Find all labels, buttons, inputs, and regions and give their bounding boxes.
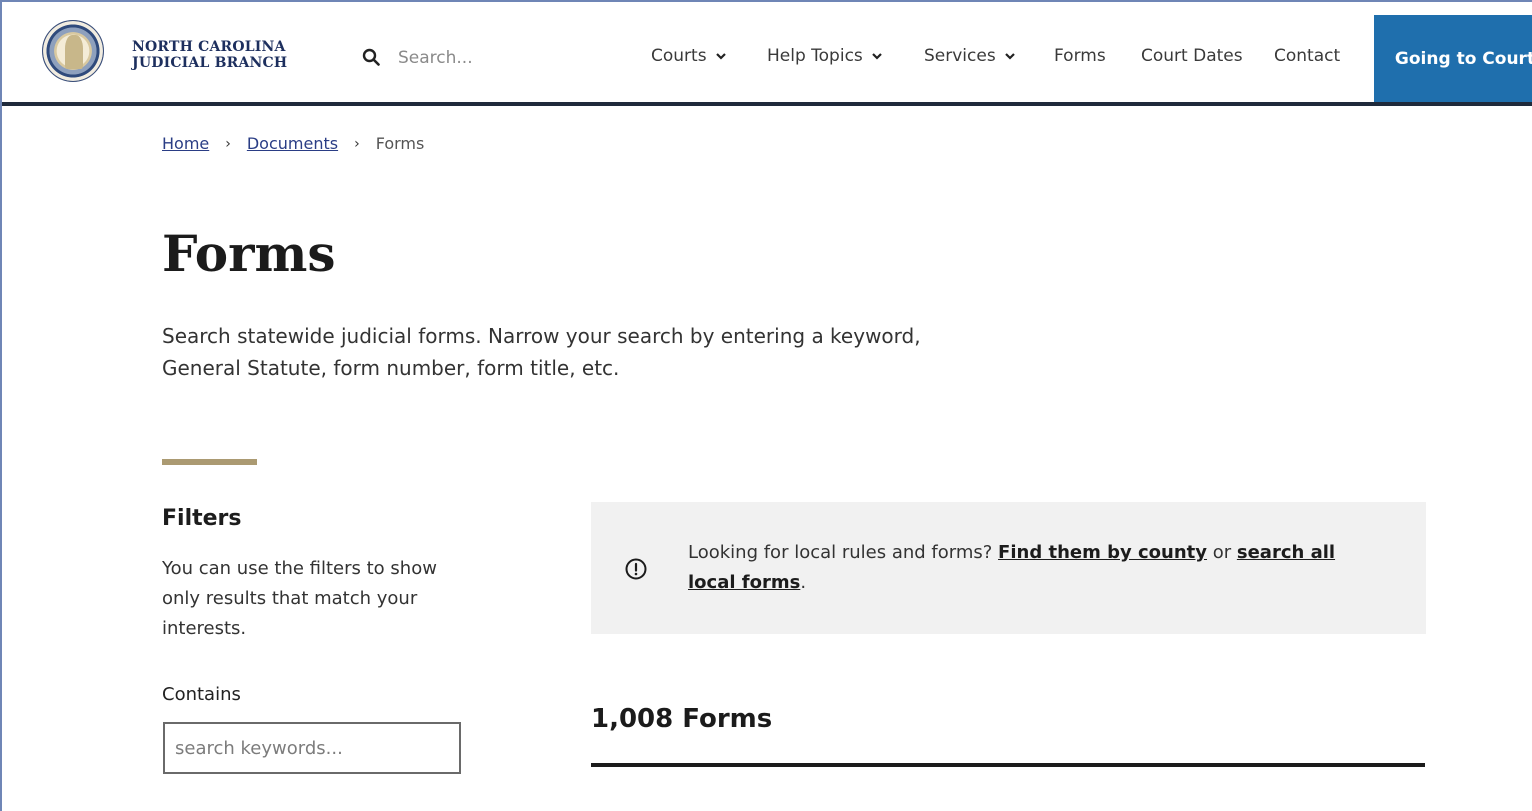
breadcrumb-home-link[interactable]: Home: [162, 134, 209, 153]
results-count: 1,008 Forms: [591, 704, 773, 734]
filters-description: You can use the filters to show only res…: [162, 558, 437, 639]
nav-court-dates[interactable]: Court Dates: [1141, 46, 1243, 66]
nav-contact[interactable]: Contact: [1274, 46, 1340, 66]
nav-services-label: Services: [924, 46, 996, 66]
page-frame: NORTH CAROLINA JUDICIAL BRANCH Courts He…: [0, 0, 1532, 811]
breadcrumb: Home › Documents › Forms: [162, 134, 424, 153]
going-to-court-label: Going to Court: [1394, 48, 1532, 69]
notice-text-before: Looking for local rules and forms?: [688, 542, 999, 563]
nav-court-dates-label: Court Dates: [1141, 46, 1243, 66]
nav-forms[interactable]: Forms: [1054, 46, 1106, 66]
nav-courts[interactable]: Courts: [651, 46, 727, 66]
breadcrumb-chevron-icon: ›: [225, 135, 231, 152]
breadcrumb-current: Forms: [375, 134, 425, 153]
chevron-down-icon: [715, 53, 726, 60]
accent-divider: [162, 459, 257, 465]
going-to-court-button[interactable]: Going to Court: [1374, 15, 1532, 102]
results-divider: [591, 763, 1425, 767]
nav-services[interactable]: Services: [924, 46, 1016, 66]
notice-text-middle: or: [1207, 542, 1237, 563]
brand-line-1: NORTH CAROLINA: [132, 39, 286, 55]
chevron-down-icon: [1004, 53, 1015, 60]
nav-contact-label: Contact: [1274, 46, 1341, 66]
info-exclamation-icon: [625, 558, 647, 580]
nav-forms-label: Forms: [1054, 46, 1106, 66]
nav-help-topics[interactable]: Help Topics: [767, 46, 883, 66]
breadcrumb-chevron-icon: ›: [354, 135, 360, 152]
keyword-search-input[interactable]: [163, 722, 461, 774]
contains-label: Contains: [162, 684, 241, 705]
site-header: NORTH CAROLINA JUDICIAL BRANCH Courts He…: [2, 2, 1532, 106]
local-forms-notice-text: Looking for local rules and forms? Find …: [688, 538, 1388, 598]
page-intro-line-1: Search statewide judicial forms. Narrow …: [162, 324, 921, 348]
site-search-input[interactable]: [388, 42, 588, 74]
notice-text-after: .: [800, 572, 807, 593]
nav-help-topics-label: Help Topics: [767, 46, 863, 66]
chevron-down-icon: [872, 53, 882, 60]
breadcrumb-documents-link[interactable]: Documents: [247, 134, 338, 153]
page-intro-line-2: General Statute, form number, form title…: [162, 356, 620, 380]
nc-judicial-seal-logo[interactable]: [42, 20, 104, 82]
page-title: Forms: [162, 224, 336, 283]
nav-courts-label: Courts: [651, 46, 707, 66]
brand-name[interactable]: NORTH CAROLINA JUDICIAL BRANCH: [132, 39, 287, 71]
find-by-county-link[interactable]: Find them by county: [998, 542, 1207, 563]
brand-line-2: JUDICIAL BRANCH: [132, 55, 288, 71]
search-icon[interactable]: [362, 48, 380, 66]
filters-heading: Filters: [162, 506, 242, 531]
page-intro: Search statewide judicial forms. Narrow …: [162, 320, 1002, 384]
